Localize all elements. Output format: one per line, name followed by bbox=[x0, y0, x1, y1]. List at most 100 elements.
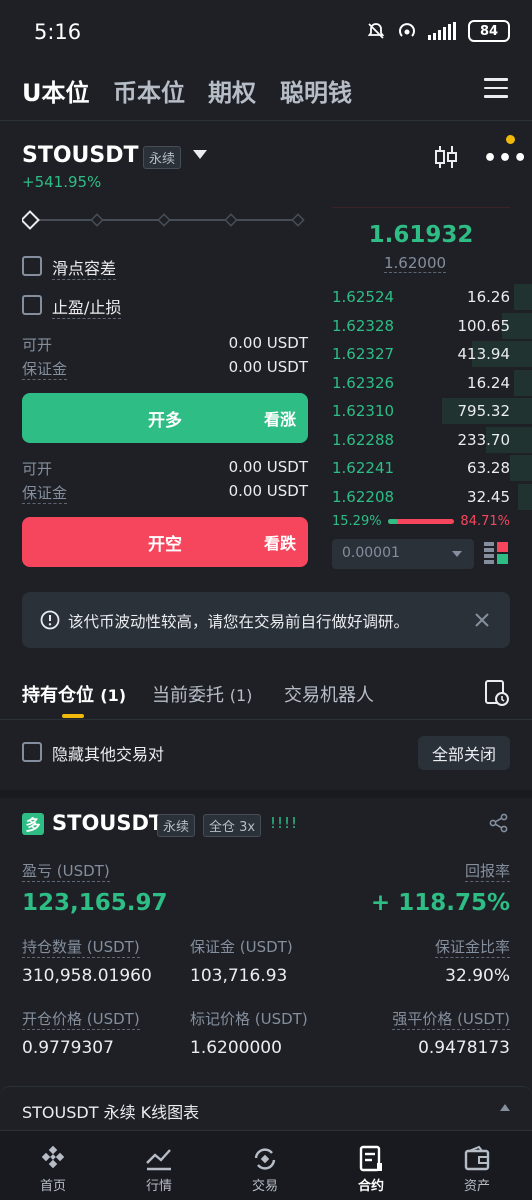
long-badge: 多 bbox=[22, 813, 44, 835]
size-value: 310,958.01960 bbox=[22, 966, 152, 986]
slippage-checkbox[interactable] bbox=[22, 256, 42, 276]
last-price[interactable]: 1.61932 bbox=[332, 222, 510, 248]
tab-positions[interactable]: 持有仓位 (1) bbox=[22, 681, 126, 707]
adl-indicator: !!!! bbox=[270, 814, 299, 832]
depth-bar bbox=[514, 369, 532, 396]
book-layout-icon[interactable] bbox=[484, 542, 508, 566]
pnl-label: 盈亏 (USDT) bbox=[22, 862, 110, 882]
status-icons: 84 bbox=[366, 20, 510, 42]
open-short-sub: 看跌 bbox=[263, 534, 296, 553]
tab-positions-label: 持有仓位 bbox=[22, 685, 94, 706]
precision-select[interactable]: 0.00001 bbox=[332, 539, 474, 569]
risk-notice: 该代币波动性较高，请您在交易前自行做好调研。 bbox=[22, 592, 510, 648]
bid-price[interactable]: 1.62328 bbox=[332, 317, 394, 335]
bid-price[interactable]: 1.62208 bbox=[332, 488, 394, 506]
nav-assets-label: 资产 bbox=[463, 1179, 490, 1194]
slippage-label: 滑点容差 bbox=[52, 255, 117, 280]
chevron-down-icon[interactable] bbox=[193, 150, 207, 159]
hamburger-menu-icon[interactable] bbox=[484, 78, 508, 98]
hide-other-pairs-label: 隐藏其他交易对 bbox=[52, 745, 165, 764]
nav-futures-label: 合约 bbox=[357, 1179, 384, 1194]
nav-markets-label: 行情 bbox=[145, 1179, 172, 1194]
tab-trading-bots[interactable]: 交易机器人 bbox=[284, 681, 374, 707]
depth-bar bbox=[518, 483, 532, 510]
close-all-button[interactable]: 全部关闭 bbox=[418, 736, 510, 770]
amount-slider[interactable] bbox=[22, 210, 307, 230]
bottom-navigation: 首页 行情 交易 合约 资产 bbox=[0, 1130, 532, 1200]
bid-quantity: 100.65 bbox=[457, 316, 511, 335]
margin-ratio-value: 32.90% bbox=[445, 966, 510, 986]
home-logo-icon bbox=[41, 1145, 65, 1169]
candlestick-icon[interactable] bbox=[434, 144, 458, 170]
nav-trade-label: 交易 bbox=[251, 1179, 278, 1194]
tab-coin-m[interactable]: 币本位 bbox=[113, 73, 185, 108]
tab-positions-count: (1) bbox=[100, 686, 127, 705]
open-short-label: 开空 bbox=[148, 534, 182, 555]
symbol-title[interactable]: STOUSDT bbox=[22, 143, 139, 168]
nav-home-label: 首页 bbox=[39, 1179, 66, 1194]
notification-dot bbox=[506, 135, 515, 144]
futures-contract-icon bbox=[359, 1145, 382, 1172]
tab-usdt-m[interactable]: U本位 bbox=[22, 73, 90, 108]
more-options-icon[interactable]: ••• bbox=[483, 146, 528, 171]
signal-icon bbox=[428, 22, 456, 40]
buy-ratio: 15.29% bbox=[332, 514, 382, 529]
bid-price[interactable]: 1.62327 bbox=[332, 345, 394, 363]
roi-value: + 118.75% bbox=[370, 890, 510, 916]
size-label: 持仓数量 (USDT) bbox=[22, 938, 140, 958]
bid-quantity: 413.94 bbox=[457, 345, 511, 363]
bid-price[interactable]: 1.62326 bbox=[332, 374, 394, 392]
tab-trading-bots-label: 交易机器人 bbox=[284, 685, 374, 706]
chevron-up-icon[interactable] bbox=[500, 1104, 510, 1111]
long-available-label: 可开 bbox=[22, 336, 53, 354]
mark-price-value: 1.6200000 bbox=[190, 1038, 282, 1058]
open-short-button[interactable]: 开空 看跌 bbox=[22, 517, 308, 567]
tab-options[interactable]: 期权 bbox=[208, 73, 256, 108]
history-icon[interactable] bbox=[484, 679, 510, 707]
nav-trade[interactable]: 交易 bbox=[212, 1131, 318, 1200]
hotspot-icon bbox=[399, 23, 415, 37]
bid-price[interactable]: 1.62310 bbox=[332, 402, 394, 420]
mark-price-label: 标记价格 (USDT) bbox=[190, 1010, 308, 1028]
tab-open-orders-count: (1) bbox=[229, 686, 253, 705]
precision-value: 0.00001 bbox=[342, 545, 400, 561]
share-icon[interactable] bbox=[489, 813, 509, 833]
nav-assets[interactable]: 资产 bbox=[424, 1131, 530, 1200]
tab-smart-money[interactable]: 聪明钱 bbox=[280, 73, 352, 108]
close-icon[interactable] bbox=[474, 612, 490, 628]
tpsl-label: 止盈/止损 bbox=[52, 294, 122, 319]
nav-futures[interactable]: 合约 bbox=[318, 1131, 424, 1200]
open-long-button[interactable]: 开多 看涨 bbox=[22, 393, 308, 443]
status-bar: 5:16 84 bbox=[0, 0, 532, 60]
tab-open-orders[interactable]: 当前委托 (1) bbox=[152, 681, 252, 707]
ratio-bar bbox=[388, 519, 454, 524]
position-symbol[interactable]: STOUSDT bbox=[52, 811, 163, 835]
wallet-icon bbox=[464, 1145, 490, 1171]
margin-ratio-label: 保证金比率 bbox=[434, 938, 510, 958]
long-margin-value: 0.00 USDT bbox=[228, 358, 308, 376]
nav-home[interactable]: 首页 bbox=[0, 1131, 106, 1200]
section-separator bbox=[0, 790, 532, 798]
bid-price[interactable]: 1.62241 bbox=[332, 459, 394, 477]
liq-price-value: 0.9478173 bbox=[418, 1038, 510, 1058]
notice-text: 该代币波动性较高，请您在交易前自行做好调研。 bbox=[68, 613, 410, 631]
hide-other-pairs-checkbox[interactable] bbox=[22, 742, 42, 762]
long-available-value: 0.00 USDT bbox=[228, 334, 308, 352]
bid-price[interactable]: 1.62524 bbox=[332, 288, 394, 306]
ratio-bar-buy bbox=[388, 519, 399, 524]
bid-quantity: 233.70 bbox=[457, 430, 511, 449]
tpsl-checkbox[interactable] bbox=[22, 295, 42, 315]
nav-markets[interactable]: 行情 bbox=[106, 1131, 212, 1200]
roi-label: 回报率 bbox=[464, 862, 510, 882]
bid-quantity: 63.28 bbox=[467, 459, 510, 477]
margin-mode-tag[interactable]: 全仓 3x bbox=[203, 814, 262, 837]
tab-open-orders-label: 当前委托 bbox=[152, 685, 224, 706]
bid-price[interactable]: 1.62288 bbox=[332, 431, 394, 449]
kline-chart-bar[interactable]: STOUSDT 永续 K线图表 bbox=[0, 1086, 532, 1130]
margin-label: 保证金 (USDT) bbox=[190, 938, 293, 956]
markets-chart-icon bbox=[146, 1149, 171, 1171]
entry-price-value: 0.9779307 bbox=[22, 1038, 114, 1058]
open-long-label: 开多 bbox=[148, 410, 182, 431]
status-time: 5:16 bbox=[34, 20, 82, 44]
liq-price-label: 强平价格 (USDT) bbox=[392, 1010, 510, 1030]
